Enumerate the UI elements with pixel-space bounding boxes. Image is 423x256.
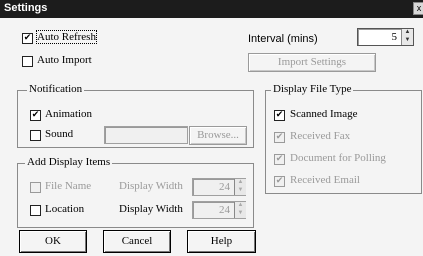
- file-name-label: File Name: [45, 180, 92, 192]
- spin-up-icon[interactable]: ▲: [235, 202, 246, 210]
- interval-spinner[interactable]: ▲ ▼: [401, 29, 413, 45]
- received-email-checkbox[interactable]: ✔: [274, 176, 285, 187]
- location-label: Location: [45, 203, 85, 215]
- window-title: Settings: [4, 2, 48, 14]
- auto-refresh-checkbox[interactable]: ✔: [22, 33, 33, 44]
- title-bar: Settings x: [0, 0, 423, 18]
- notification-group-title: Notification: [27, 83, 85, 95]
- import-settings-button[interactable]: Import Settings: [248, 53, 376, 72]
- help-button[interactable]: Help: [187, 230, 256, 253]
- animation-checkbox[interactable]: ✔: [30, 110, 41, 121]
- location-width-label: Display Width: [119, 203, 183, 215]
- scanned-image-checkbox[interactable]: ✔: [274, 110, 285, 121]
- document-for-polling-label: Document for Polling: [290, 152, 386, 164]
- file-name-checkbox[interactable]: [30, 182, 41, 193]
- spin-up-icon[interactable]: ▲: [235, 179, 246, 187]
- location-width-spinner[interactable]: ▲ ▼: [234, 202, 246, 218]
- spin-up-icon[interactable]: ▲: [402, 29, 413, 37]
- ok-button[interactable]: OK: [19, 230, 87, 253]
- close-icon[interactable]: x: [413, 2, 423, 15]
- auto-refresh-label: Auto Refresh: [36, 30, 97, 44]
- cancel-button[interactable]: Cancel: [103, 230, 171, 253]
- document-for-polling-checkbox[interactable]: ✔: [274, 154, 285, 165]
- sound-label: Sound: [45, 128, 74, 140]
- interval-label: Interval (mins): [248, 33, 318, 45]
- settings-dialog: ✔ Auto Refresh Auto Import Interval (min…: [0, 18, 423, 256]
- scanned-image-label: Scanned Image: [290, 108, 358, 120]
- auto-import-checkbox[interactable]: [22, 56, 33, 67]
- received-email-label: Received Email: [290, 174, 360, 186]
- spin-down-icon[interactable]: ▼: [235, 187, 246, 195]
- browse-button[interactable]: Browse...: [189, 126, 247, 145]
- file-name-width-spinner[interactable]: ▲ ▼: [234, 179, 246, 195]
- location-checkbox[interactable]: [30, 205, 41, 216]
- spin-down-icon[interactable]: ▼: [235, 210, 246, 218]
- received-fax-label: Received Fax: [290, 130, 351, 142]
- spin-down-icon[interactable]: ▼: [402, 37, 413, 45]
- file-name-width-label: Display Width: [119, 180, 183, 192]
- add-display-items-title: Add Display Items: [25, 156, 113, 168]
- received-fax-checkbox[interactable]: ✔: [274, 132, 285, 143]
- sound-file-field[interactable]: [104, 126, 188, 144]
- animation-label: Animation: [45, 108, 93, 120]
- display-file-type-title: Display File Type: [271, 83, 354, 95]
- auto-import-label: Auto Import: [37, 54, 92, 66]
- sound-checkbox[interactable]: [30, 130, 41, 141]
